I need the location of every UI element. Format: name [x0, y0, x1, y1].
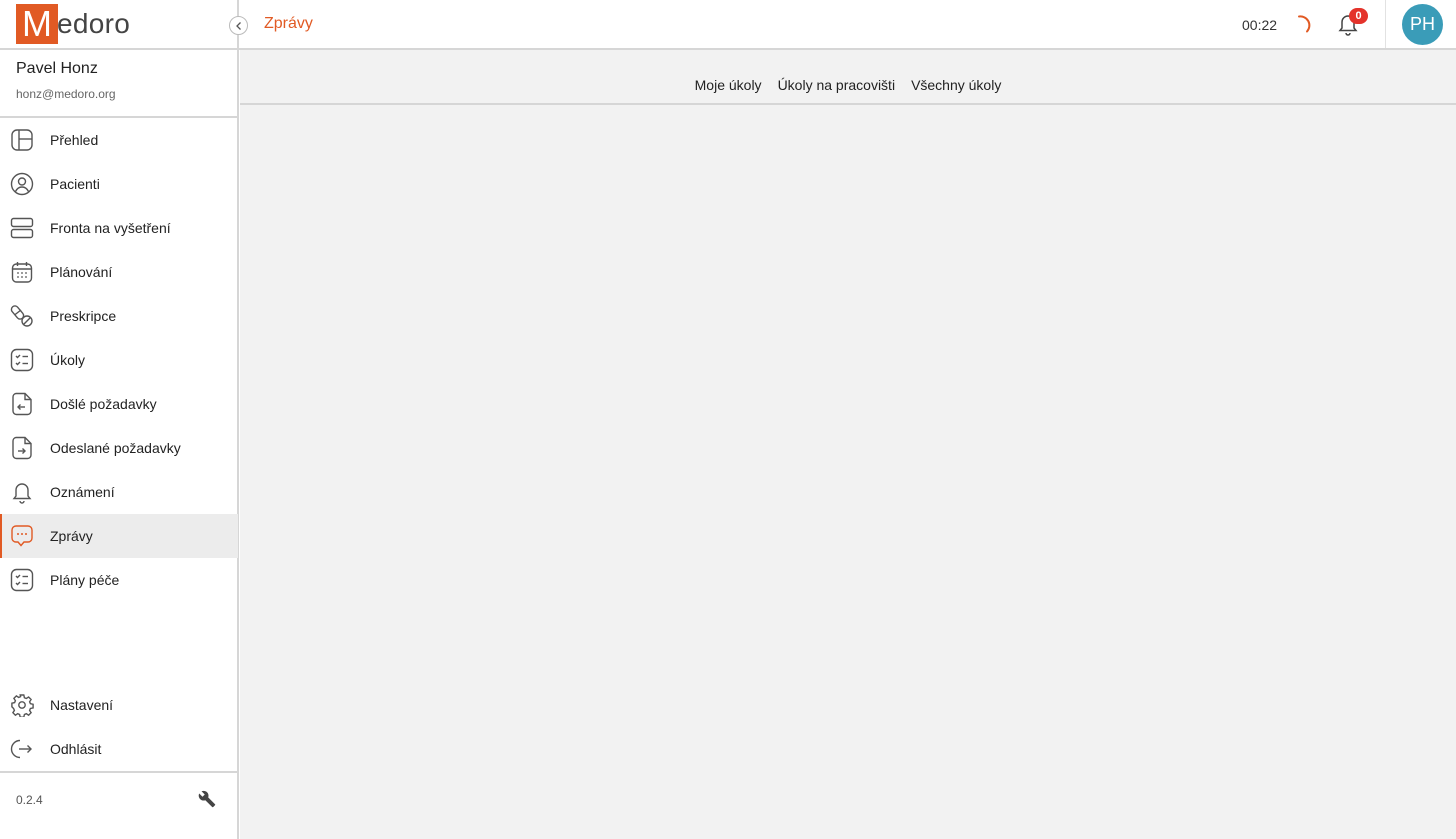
- sidebar-item-nastaveni[interactable]: Nastavení: [0, 683, 238, 727]
- sidebar-item-label: Došlé požadavky: [50, 396, 157, 412]
- tab-moje-ukoly[interactable]: Moje úkoly: [695, 77, 762, 93]
- sidebar-nav: Přehled Pacienti Fronta na vyšetření Plá…: [0, 118, 238, 602]
- sidebar-item-zpravy[interactable]: Zprávy: [0, 514, 238, 558]
- sidebar-item-label: Nastavení: [50, 697, 114, 713]
- sidebar-item-planovani[interactable]: Plánování: [0, 250, 238, 294]
- sidebar-item-prehled[interactable]: Přehled: [0, 118, 238, 162]
- sidebar-item-label: Odhlásit: [50, 741, 102, 757]
- divider: [1385, 0, 1386, 48]
- user-email: honz@medoro.org: [16, 87, 116, 101]
- queue-icon: [10, 216, 34, 240]
- sidebar-item-pacienti[interactable]: Pacienti: [0, 162, 238, 206]
- user-info: Pavel Honz honz@medoro.org: [16, 60, 116, 101]
- sidebar-item-odeslane-pozadavky[interactable]: Odeslané požadavky: [0, 426, 238, 470]
- notification-badge: 0: [1349, 8, 1368, 24]
- sidebar-item-preskripce[interactable]: Preskripce: [0, 294, 238, 338]
- message-icon: [10, 524, 34, 548]
- tab-vsechny-ukoly[interactable]: Všechny úkoly: [911, 77, 1001, 93]
- incoming-request-icon: [10, 392, 34, 416]
- sidebar-item-label: Úkoly: [50, 352, 86, 368]
- logout-icon: [10, 737, 34, 761]
- pills-icon: [10, 304, 34, 328]
- sidebar-item-odhlasit[interactable]: Odhlásit: [0, 727, 238, 771]
- wrench-icon[interactable]: [198, 790, 216, 813]
- session-timer: 00:22: [1242, 17, 1278, 33]
- sidebar-item-label: Pacienti: [50, 176, 100, 192]
- sidebar-item-dosle-pozadavky[interactable]: Došlé požadavky: [0, 382, 238, 426]
- sidebar-item-label: Plány péče: [50, 572, 120, 588]
- sidebar-item-label: Preskripce: [50, 308, 117, 324]
- logo-mark: M: [16, 4, 58, 44]
- page-title: Zprávy: [264, 15, 313, 32]
- sidebar-item-ukoly[interactable]: Úkoly: [0, 338, 238, 382]
- tab-ukoly-na-pracovisti[interactable]: Úkoly na pracovišti: [778, 77, 896, 93]
- checklist-icon: [10, 348, 34, 372]
- sidebar-item-label: Oznámení: [50, 484, 115, 500]
- divider: [0, 771, 238, 773]
- medoro-logo[interactable]: M edoro: [16, 4, 130, 44]
- calendar-icon: [10, 260, 34, 284]
- checklist-icon: [10, 568, 34, 592]
- logo-text: edoro: [57, 8, 131, 39]
- chevron-left-icon: [234, 21, 244, 31]
- user-name: Pavel Honz: [16, 60, 98, 77]
- main-content: Moje úkoly Úkoly na pracovišti Všechny ú…: [240, 50, 1456, 839]
- sidebar: M edoro Pavel Honz honz@medoro.org Přehl…: [0, 0, 239, 839]
- task-tabs: Moje úkoly Úkoly na pracovišti Všechny ú…: [240, 50, 1456, 105]
- sidebar-item-label: Zprávy: [50, 528, 93, 544]
- gear-icon: [10, 693, 34, 717]
- sidebar-item-label: Plánování: [50, 264, 113, 280]
- sidebar-item-fronta[interactable]: Fronta na vyšetření: [0, 206, 238, 250]
- sidebar-item-oznameni[interactable]: Oznámení: [0, 470, 238, 514]
- app-version: 0.2.4: [16, 793, 43, 807]
- bell-icon: [10, 480, 34, 504]
- sidebar-item-label: Fronta na vyšetření: [50, 220, 171, 236]
- sidebar-item-plany-pece[interactable]: Plány péče: [0, 558, 238, 602]
- sidebar-item-label: Přehled: [50, 132, 99, 148]
- sidebar-bottom-nav: Nastavení Odhlásit: [0, 683, 238, 771]
- avatar[interactable]: PH: [1402, 4, 1443, 45]
- loading-spinner-icon: [1293, 13, 1315, 40]
- outgoing-request-icon: [10, 436, 34, 460]
- patient-icon: [10, 172, 34, 196]
- dashboard-icon: [10, 128, 34, 152]
- collapse-sidebar-button[interactable]: [229, 16, 248, 35]
- sidebar-item-label: Odeslané požadavky: [50, 440, 181, 456]
